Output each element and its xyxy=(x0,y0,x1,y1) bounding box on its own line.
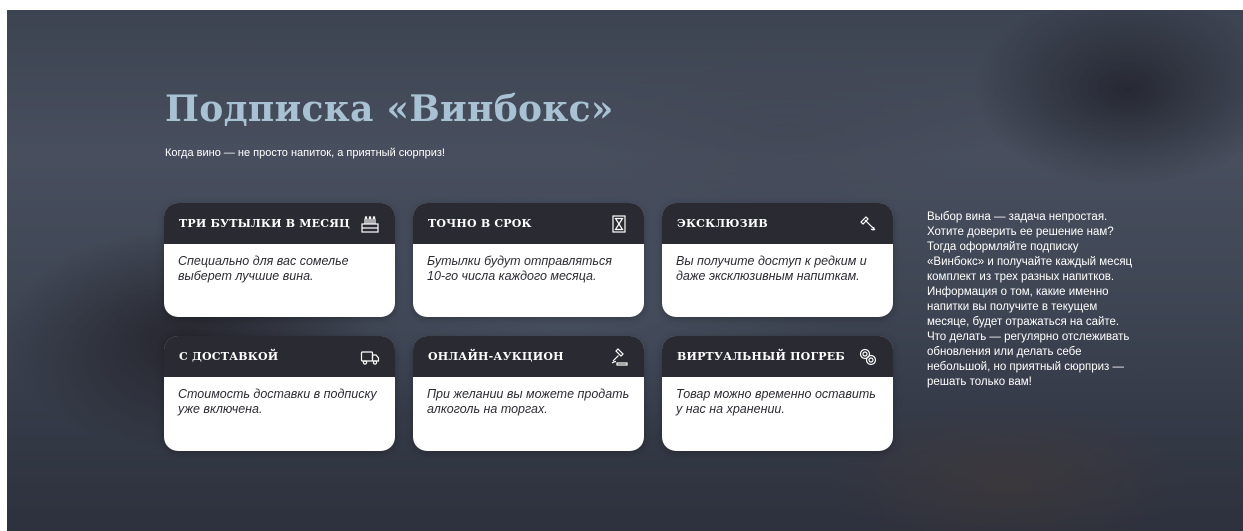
card-title: Онлайн-аукцион xyxy=(428,350,564,363)
card-title: С доставкой xyxy=(179,350,279,363)
card-description: Бутылки будут отправляться 10-го числа к… xyxy=(427,254,612,283)
feature-card-exclusive: Эксклюзив Вы получите доступ к редким и … xyxy=(662,203,893,317)
feature-card-on-time: Точно в срок Бутылки будут отправляться … xyxy=(413,203,644,317)
delivery-truck-icon xyxy=(359,346,381,368)
card-header: С доставкой xyxy=(164,336,395,377)
card-header: Три бутылки в месяц xyxy=(164,203,395,244)
card-title: Точно в срок xyxy=(428,217,532,230)
feature-card-delivery: С доставкой Стоимость доставки в подписк… xyxy=(164,336,395,451)
card-description: Стоимость доставки в подписку уже включе… xyxy=(178,387,377,416)
card-header: Виртуальный погреб xyxy=(662,336,893,377)
page-subtitle: Когда вино — не просто напиток, а приятн… xyxy=(165,147,445,159)
card-title: Виртуальный погреб xyxy=(677,350,845,363)
hero-section: Подписка «Винбокс» Когда вино — не прост… xyxy=(7,10,1243,531)
feature-card-online-auction: Онлайн-аукцион При желании вы можете про… xyxy=(413,336,644,451)
wine-crate-icon xyxy=(359,213,381,235)
card-header: Точно в срок xyxy=(413,203,644,244)
card-title: Эксклюзив xyxy=(677,217,768,230)
hourglass-icon xyxy=(608,213,630,235)
feature-card-three-bottles: Три бутылки в месяц Специально для вас с… xyxy=(164,203,395,317)
subscription-description: Выбор вина — задача непростая. Хотите до… xyxy=(927,211,1133,388)
card-header: Онлайн-аукцион xyxy=(413,336,644,377)
card-header: Эксклюзив xyxy=(662,203,893,244)
hero-content: Подписка «Винбокс» Когда вино — не прост… xyxy=(7,10,1243,531)
card-description: При желании вы можете продать алкоголь н… xyxy=(427,387,630,416)
wine-barrels-icon xyxy=(857,346,879,368)
card-description: Специально для вас сомелье выберет лучши… xyxy=(178,254,349,283)
card-description: Вы получите доступ к редким и даже экскл… xyxy=(676,254,867,283)
feature-card-virtual-cellar: Виртуальный погреб Товар можно временно … xyxy=(662,336,893,451)
card-title: Три бутылки в месяц xyxy=(179,217,350,230)
corkscrew-icon xyxy=(857,213,879,235)
page-title: Подписка «Винбокс» xyxy=(165,88,614,130)
auction-gavel-icon xyxy=(608,346,630,368)
card-description: Товар можно временно оставить у нас на х… xyxy=(676,387,876,416)
